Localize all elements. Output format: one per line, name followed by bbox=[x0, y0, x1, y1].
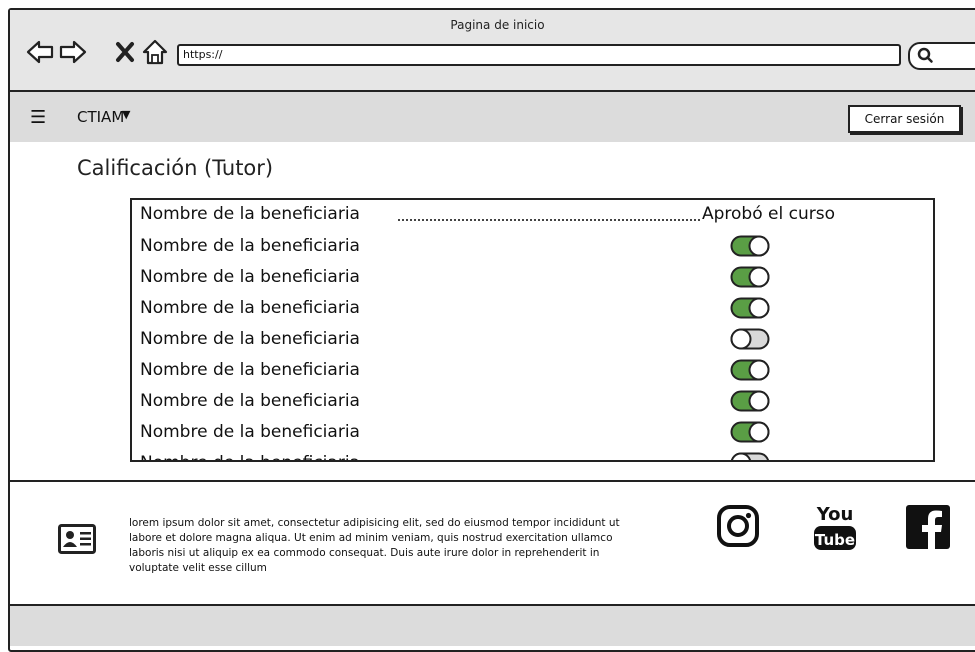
beneficiary-name: Nombre de la beneficiaria bbox=[140, 298, 360, 318]
forward-icon[interactable] bbox=[59, 38, 87, 66]
header-dotted-leader bbox=[398, 219, 700, 221]
beneficiary-name: Nombre de la beneficiaria bbox=[140, 236, 360, 256]
caret-down-icon[interactable]: ▼ bbox=[122, 108, 130, 121]
beneficiary-name: Nombre de la beneficiaria bbox=[140, 453, 360, 460]
footer-text: lorem ipsum dolor sit amet, consectetur … bbox=[129, 517, 620, 574]
beneficiary-name: Nombre de la beneficiaria bbox=[140, 329, 360, 349]
logout-button[interactable]: Cerrar sesión bbox=[848, 105, 961, 133]
bottom-bar bbox=[10, 604, 975, 646]
contact-card-icon bbox=[58, 524, 96, 554]
browser-chrome: Pagina de inicio https:// bbox=[10, 10, 975, 92]
beneficiary-name: Nombre de la beneficiaria bbox=[140, 422, 360, 442]
approved-toggle-on[interactable] bbox=[730, 358, 770, 382]
approved-toggle-off[interactable] bbox=[730, 327, 770, 351]
list-item: Nombre de la beneficiaria bbox=[140, 358, 920, 388]
youtube-label-top: You bbox=[816, 504, 854, 525]
page-title: Calificación (Tutor) bbox=[77, 156, 274, 180]
approved-toggle-on[interactable] bbox=[730, 420, 770, 444]
list-item: Nombre de la beneficiaria bbox=[140, 265, 920, 295]
beneficiary-name: Nombre de la beneficiaria bbox=[140, 360, 360, 380]
approved-toggle-on[interactable] bbox=[730, 234, 770, 258]
instagram-icon[interactable] bbox=[716, 504, 760, 548]
footer: lorem ipsum dolor sit amet, consectetur … bbox=[10, 480, 975, 604]
approved-toggle-on[interactable] bbox=[730, 265, 770, 289]
facebook-icon[interactable] bbox=[905, 504, 951, 550]
list-item: Nombre de la beneficiaria bbox=[140, 234, 920, 264]
menu-icon[interactable]: ☰ bbox=[30, 109, 46, 127]
close-icon[interactable] bbox=[112, 38, 140, 66]
browser-window: Pagina de inicio https:// ☰ CTIAM ▼ Cerr… bbox=[8, 8, 975, 652]
list-item: Nombre de la beneficiaria bbox=[140, 389, 920, 419]
url-input[interactable]: https:// bbox=[177, 44, 901, 66]
list-item: Nombre de la beneficiaria bbox=[140, 420, 920, 450]
window-title: Pagina de inicio bbox=[450, 18, 545, 32]
approved-toggle-off[interactable] bbox=[730, 451, 770, 462]
brand-dropdown[interactable]: CTIAM bbox=[77, 108, 124, 126]
header-status-label: Aprobó el curso bbox=[702, 204, 835, 224]
header-name-label: Nombre de la beneficiaria bbox=[140, 204, 360, 224]
youtube-label-bottom: Tube bbox=[815, 531, 855, 549]
search-icon bbox=[917, 47, 933, 63]
list-item: Nombre de la beneficiaria bbox=[140, 327, 920, 357]
youtube-icon[interactable]: You Tube bbox=[810, 500, 860, 556]
beneficiary-name: Nombre de la beneficiaria bbox=[140, 391, 360, 411]
approved-toggle-on[interactable] bbox=[730, 296, 770, 320]
list-item: Nombre de la beneficiaria bbox=[140, 296, 920, 326]
top-navbar: ☰ CTIAM ▼ Cerrar sesión bbox=[10, 92, 975, 142]
list-header: Nombre de la beneficiaria Aprobó el curs… bbox=[140, 204, 840, 228]
grades-list: Nombre de la beneficiaria Aprobó el curs… bbox=[130, 198, 935, 462]
search-button[interactable] bbox=[908, 42, 975, 70]
list-item: Nombre de la beneficiaria bbox=[140, 451, 920, 462]
approved-toggle-on[interactable] bbox=[730, 389, 770, 413]
home-icon[interactable] bbox=[141, 38, 169, 66]
back-icon[interactable] bbox=[26, 38, 54, 66]
beneficiary-name: Nombre de la beneficiaria bbox=[140, 267, 360, 287]
